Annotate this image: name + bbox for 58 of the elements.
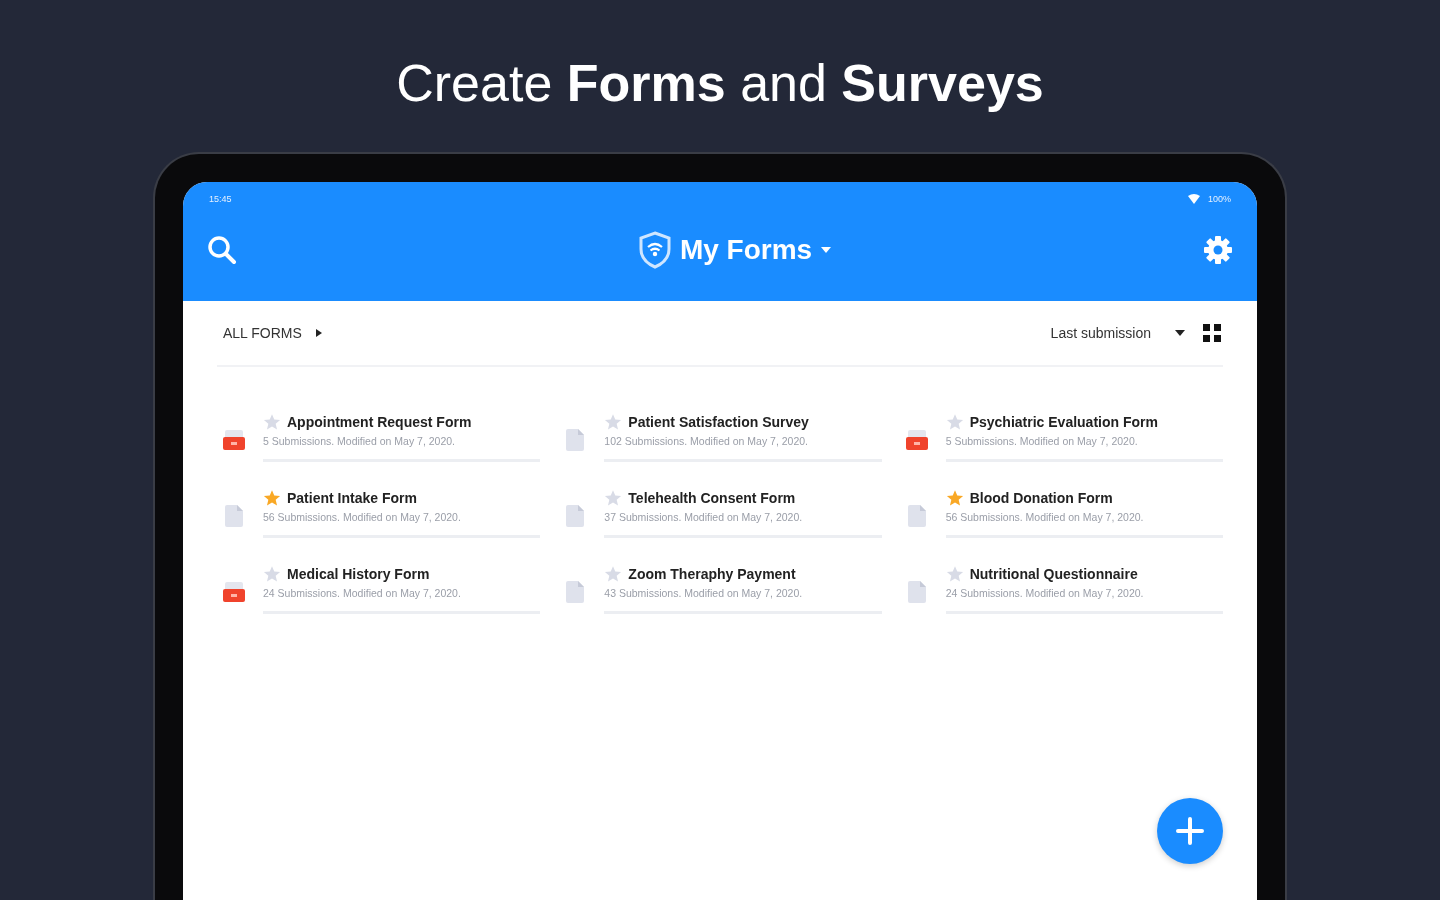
form-title: Zoom Theraphy Payment [628,565,796,582]
star-icon[interactable] [263,564,281,583]
grid-view-button[interactable] [1201,322,1223,344]
form-item[interactable]: Medical History Form 24 Submissions. Modified on May 7, 2020. [217,549,541,625]
form-title: Patient Satisfaction Survey [628,413,809,430]
headline: Create Forms and Surveys [396,53,1044,114]
document-icon [907,505,926,527]
form-details: 5 Submissions. Modified on May 7, 2020. [263,434,457,447]
form-title: Blood Donation Form [969,489,1113,506]
form-item[interactable]: Patient Satisfaction Survey 102 Submissions. Modified on May 7, 2020. [558,397,882,473]
form-details: 56 Submissions. Modified on May 7, 2020. [263,510,462,523]
status-time: 15:45 [209,194,232,204]
form-item[interactable]: Appointment Request Form 5 Submissions. Modified on May 7, 2020. [217,397,541,473]
form-details: 5 Submissions. Modified on May 7, 2020. [945,434,1139,447]
inbox-icon [905,430,928,450]
document-icon [907,581,926,603]
caret-icon [820,245,833,254]
caret-icon [315,329,322,337]
star-icon[interactable] [604,564,623,583]
form-item[interactable]: Telehealth Consent Form 37 Submissions. Modified on May 7, 2020. [558,473,882,549]
form-item[interactable]: Patient Intake Form 56 Submissions. Modified on May 7, 2020. [217,473,541,549]
form-item[interactable]: Psychiatric Evaluation Form 5 Submissions. Modified on May 7, 2020. [899,397,1223,473]
form-item[interactable]: Blood Donation Form 56 Submissions. Modified on May 7, 2020. [899,473,1223,549]
star-icon[interactable] [263,488,281,507]
add-button[interactable] [1157,798,1223,864]
wifi-icon [1187,194,1200,204]
shield-icon [637,230,672,269]
document-icon [225,505,243,527]
star-icon[interactable] [945,564,964,583]
sort-dropdown[interactable]: Last submission [1044,325,1191,341]
star-icon[interactable] [263,412,281,431]
form-title: Appointment Request Form [287,413,472,430]
document-icon [566,581,585,603]
star-icon[interactable] [945,412,964,431]
document-icon [566,429,585,451]
form-details: 24 Submissions. Modified on May 7, 2020. [945,586,1145,599]
form-item[interactable]: Nutritional Questionnaire 24 Submissions. Modified on May 7, 2020. [899,549,1223,625]
form-details: 102 Submissions. Modified on May 7, 2020. [604,434,810,447]
form-title: Telehealth Consent Form [628,489,796,506]
star-icon[interactable] [604,488,623,507]
document-icon [566,505,585,527]
form-title: Psychiatric Evaluation Form [969,413,1158,430]
inbox-icon [223,430,245,450]
form-title: Medical History Form [287,565,430,582]
battery-level: 100% [1207,194,1231,204]
star-icon[interactable] [604,412,623,431]
all-forms-filter[interactable]: ALL FORMS [217,325,328,341]
form-details: 43 Submissions. Modified on May 7, 2020. [604,586,804,599]
inbox-icon [223,582,245,602]
form-details: 24 Submissions. Modified on May 7, 2020. [263,586,462,599]
star-icon[interactable] [945,488,964,507]
form-title: Patient Intake Form [287,489,417,506]
form-details: 56 Submissions. Modified on May 7, 2020. [945,510,1145,523]
caret-icon [1175,330,1185,336]
form-details: 37 Submissions. Modified on May 7, 2020. [604,510,804,523]
form-item[interactable]: Zoom Theraphy Payment 43 Submissions. Modified on May 7, 2020. [558,549,882,625]
plus-icon [1175,816,1205,846]
form-title: Nutritional Questionnaire [969,565,1138,582]
